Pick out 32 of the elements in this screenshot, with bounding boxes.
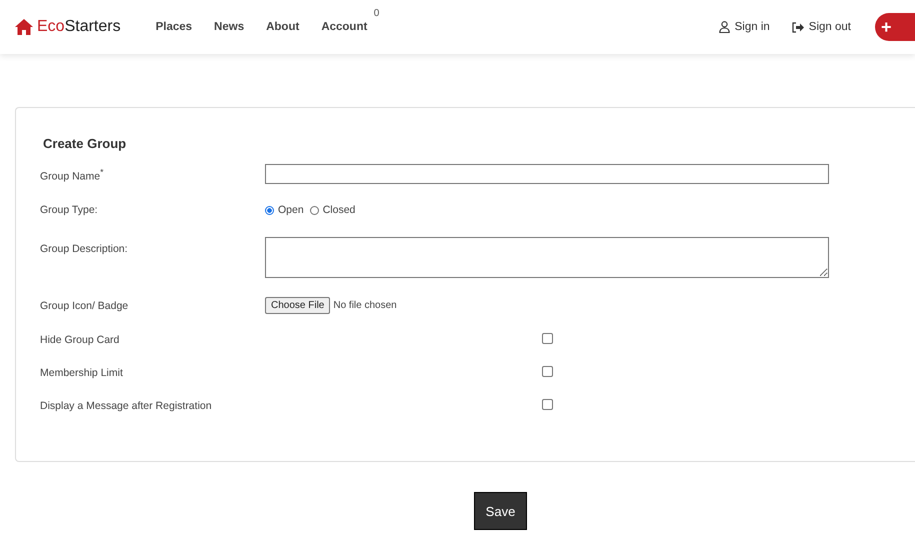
sign-out-icon — [792, 22, 804, 32]
nav-link[interactable]: News — [214, 21, 244, 33]
nav-link[interactable]: Places — [156, 21, 192, 33]
nav-link[interactable]: About — [266, 21, 300, 33]
save-button[interactable]: Save — [474, 492, 527, 530]
radio-button[interactable] — [265, 206, 274, 214]
user-icon — [718, 21, 730, 33]
field-label: Membership Limit — [40, 366, 124, 379]
textarea-input[interactable] — [265, 237, 829, 278]
checkbox[interactable] — [542, 366, 552, 377]
file-status: No file chosen — [333, 300, 397, 311]
field-label: Hide Group Card — [40, 333, 120, 346]
form-title: Create Group — [43, 136, 128, 151]
radio-label: Open — [278, 204, 304, 216]
house-icon — [15, 19, 33, 35]
radio-button[interactable] — [310, 206, 319, 214]
nav-action-link[interactable]: Sign in — [718, 21, 770, 33]
add-button[interactable]: + — [875, 13, 915, 41]
nav-link[interactable]: Account — [321, 21, 368, 33]
account-count: 0 — [374, 8, 380, 19]
checkbox[interactable] — [542, 399, 552, 410]
field-label: Group Description: — [40, 242, 129, 255]
nav-action-link[interactable]: Sign out — [792, 21, 851, 33]
radio-label: Closed — [322, 204, 356, 216]
text-input[interactable] — [265, 164, 829, 184]
checkbox[interactable] — [542, 333, 552, 344]
field-label: Group Icon/ Badge — [40, 299, 130, 312]
field-label: Group Type: — [40, 203, 99, 216]
choose-file-button[interactable]: Choose File — [265, 297, 330, 314]
field-label: Display a Message after Registration — [40, 399, 213, 412]
brand-logo[interactable]: EcoStarters — [37, 18, 121, 36]
field-label: Group Name$^{*}$ — [40, 166, 105, 182]
